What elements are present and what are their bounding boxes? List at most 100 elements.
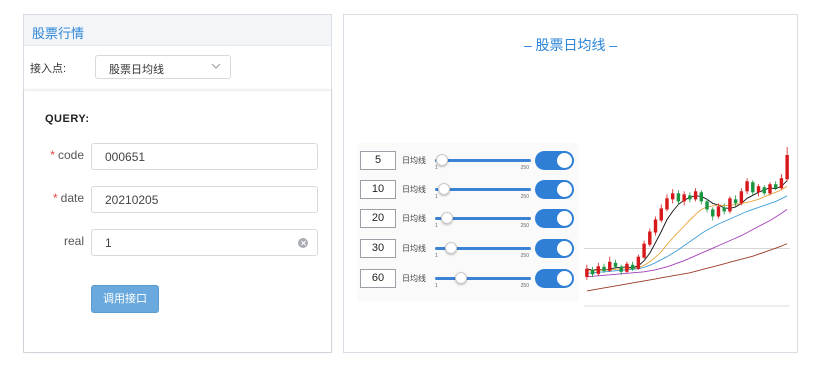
ma-period-slider[interactable]: 1 250: [435, 241, 531, 259]
ma-period-input[interactable]: 20: [360, 209, 396, 228]
candle: [653, 216, 658, 236]
slider-thumb[interactable]: [438, 183, 451, 195]
toggle-knob: [557, 182, 572, 197]
candle: [768, 182, 772, 196]
candle: [625, 261, 629, 273]
date-label-text: date: [60, 191, 84, 205]
slider-thumb[interactable]: [454, 272, 467, 284]
slider-thumb[interactable]: [436, 154, 449, 166]
candle-body: [751, 182, 755, 193]
query-form: QUERY: * code 000651 * date 20210205 real …: [24, 90, 331, 352]
candle: [785, 147, 789, 182]
ma-period-slider[interactable]: 1 250: [435, 182, 531, 200]
toggle-knob: [557, 271, 572, 286]
candle: [779, 174, 784, 190]
slider-max-label: 250: [520, 253, 529, 259]
candle-body: [590, 269, 595, 275]
slider-min-label: 1: [435, 283, 438, 289]
ma-toggle[interactable]: [535, 239, 574, 258]
slider-thumb[interactable]: [441, 212, 454, 224]
ma-period-input[interactable]: 10: [360, 180, 396, 199]
real-input-value: 1: [105, 236, 112, 250]
ma-row: 10 日均线 1 250: [357, 176, 579, 204]
ma-toggle[interactable]: [535, 151, 574, 170]
candle-body: [676, 193, 681, 202]
ma-period-input[interactable]: 60: [360, 269, 396, 288]
candle: [659, 204, 663, 223]
candle-body: [688, 195, 692, 200]
candle-body: [693, 191, 698, 200]
candle-body: [585, 268, 589, 277]
candle-body: [653, 219, 658, 233]
candle: [608, 256, 612, 272]
candle: [670, 189, 675, 204]
code-input[interactable]: 000651: [91, 143, 318, 170]
candle-body: [785, 155, 789, 180]
ma-toggle[interactable]: [535, 269, 574, 288]
date-input[interactable]: 20210205: [91, 186, 318, 213]
candle: [682, 191, 686, 206]
candle: [585, 264, 589, 280]
candlestick-chart: 2021-012021-02: [584, 147, 790, 307]
x-axis: 2021-012021-02: [584, 305, 790, 307]
candle: [762, 185, 766, 196]
ma-row: 30 日均线 1 250: [357, 235, 579, 263]
ma-period-slider[interactable]: 1 250: [435, 153, 531, 171]
code-label: * code: [24, 148, 84, 162]
candle-body: [608, 261, 612, 271]
candle-body: [711, 209, 715, 217]
candle-body: [630, 264, 635, 270]
slider-min-label: 1: [435, 194, 438, 200]
query-title: QUERY:: [45, 113, 90, 125]
ma-toggle[interactable]: [535, 180, 574, 199]
ma-period-slider[interactable]: 1 250: [435, 271, 531, 289]
candle: [642, 240, 646, 259]
candle-body: [636, 256, 641, 269]
ma-chart-panel: – 股票日均线 – 5 日均线 1 250 10 日均线 1 250 20 日均…: [343, 14, 798, 353]
slider-thumb[interactable]: [444, 242, 457, 254]
candle: [665, 194, 669, 212]
real-label-text: real: [63, 234, 84, 248]
date-label: * date: [24, 191, 84, 205]
ma-unit-label: 日均线: [402, 185, 426, 194]
candle: [711, 207, 715, 221]
ma-period-input[interactable]: 30: [360, 239, 396, 258]
candle-body: [625, 263, 629, 272]
ma-unit-label: 日均线: [402, 274, 426, 283]
endpoint-select-value: 股票日均线: [109, 64, 164, 76]
real-input[interactable]: 1: [91, 229, 318, 256]
candle: [699, 190, 704, 205]
candle: [676, 190, 681, 205]
date-input-value: 20210205: [105, 193, 159, 207]
candle-body: [642, 243, 646, 258]
candle-body: [659, 208, 663, 221]
candle: [648, 228, 652, 247]
slider-min-label: 1: [435, 223, 438, 229]
real-label: real: [24, 234, 84, 248]
slider-max-label: 250: [520, 194, 529, 200]
candle: [590, 266, 595, 277]
candle-body: [716, 206, 721, 217]
endpoint-label: 接入点:: [30, 63, 67, 75]
candle: [688, 192, 692, 203]
candle-body: [699, 192, 704, 202]
ma-period-slider[interactable]: 1 250: [435, 211, 531, 229]
api-query-panel: 股票行情 接入点: 股票日均线 QUERY: * code 000651 * dat…: [23, 14, 332, 353]
clear-icon[interactable]: [298, 238, 308, 248]
candle-body: [596, 266, 601, 274]
candle-body: [613, 262, 618, 267]
code-input-value: 000651: [105, 150, 146, 164]
candle-body: [773, 184, 778, 189]
ma-toggle[interactable]: [535, 209, 574, 228]
candle-body: [756, 186, 761, 193]
ma-row: 5 日均线 1 250: [357, 147, 579, 175]
ma-controls: 5 日均线 1 250 10 日均线 1 250 20 日均线 1 250 30…: [357, 143, 579, 301]
endpoint-select[interactable]: 股票日均线: [95, 55, 231, 79]
candle-body: [670, 193, 675, 200]
call-api-button[interactable]: 调用接口: [91, 285, 159, 313]
ma-period-input[interactable]: 5: [360, 151, 396, 170]
slider-max-label: 250: [520, 165, 529, 171]
candle: [693, 188, 698, 202]
candle-body: [768, 184, 772, 194]
ma-unit-label: 日均线: [402, 156, 426, 165]
